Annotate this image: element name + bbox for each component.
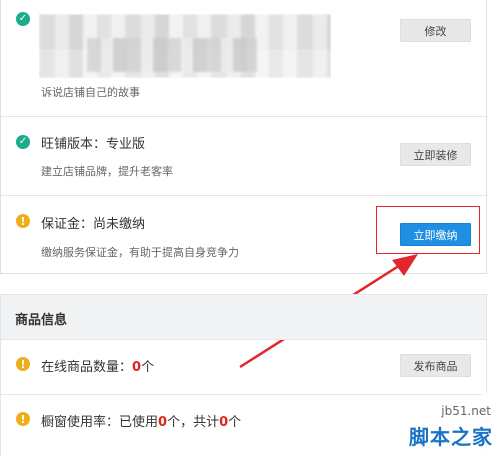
arrow-head <box>392 254 418 276</box>
exclamation-circle-icon: ! <box>16 412 30 426</box>
site-watermark: jb51.net 脚本之家 <box>359 386 499 456</box>
window-usage-text: 橱窗使用率：已使用0个，共计0个 <box>41 411 241 430</box>
online-count-unit: 个 <box>141 360 155 375</box>
window-usage-middle: 个，共计 <box>167 415 220 430</box>
window-usage-unit: 个 <box>228 415 242 430</box>
watermark-url: jb51.net <box>441 404 491 418</box>
section-title: 商品信息 <box>15 313 68 328</box>
watermark-site-name: 脚本之家 <box>409 425 493 449</box>
exclamation-circle-icon: ! <box>16 357 30 371</box>
online-count-text: 在线商品数量：0个 <box>41 356 154 375</box>
window-usage-label: 橱窗使用率：已使用 <box>41 415 159 430</box>
window-usage-used: 0 <box>158 415 168 430</box>
online-count-label: 在线商品数量： <box>41 360 133 375</box>
online-count-value: 0 <box>132 360 142 375</box>
publish-product-button[interactable]: 发布商品 <box>400 354 471 377</box>
product-info-header: 商品信息 <box>0 294 487 340</box>
window-usage-total: 0 <box>219 415 229 430</box>
